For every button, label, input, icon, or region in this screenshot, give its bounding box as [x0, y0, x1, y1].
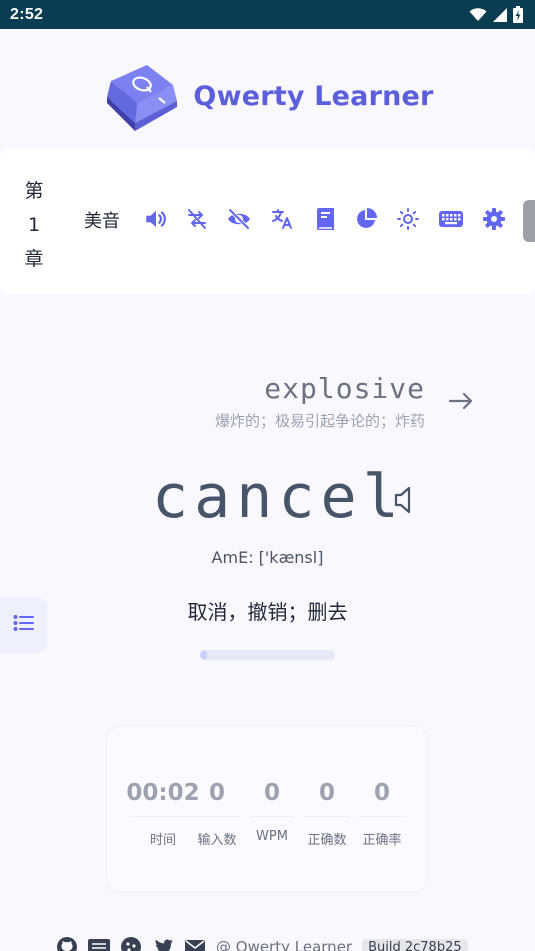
chapter-prefix: 第: [24, 180, 44, 202]
status-time: 2:52: [10, 5, 44, 23]
progress-fill: [200, 650, 207, 660]
github-icon[interactable]: [56, 936, 78, 951]
stat-value: 0: [318, 780, 335, 806]
eye-off-icon[interactable]: [225, 205, 253, 233]
system-icons: [469, 6, 523, 23]
accent-selector[interactable]: 美音: [84, 207, 120, 233]
mail-icon[interactable]: [184, 938, 206, 951]
status-bar: 2:52: [0, 0, 535, 29]
cell-signal-icon: [493, 7, 507, 22]
toolbar-scroll-handle[interactable]: [523, 200, 535, 242]
chapter-selector[interactable]: 第 1 章: [18, 174, 50, 276]
stat-correct-count: 0 正确数: [304, 774, 350, 854]
next-arrow-icon[interactable]: [446, 386, 476, 416]
stat-accuracy: 0 正确率: [359, 774, 405, 854]
wechat-icon[interactable]: [88, 937, 110, 951]
stat-wpm: 0 WPM: [250, 774, 294, 854]
stat-label: 输入数: [197, 833, 237, 848]
next-word: explosive: [264, 372, 425, 405]
chapter-number: 1: [27, 214, 41, 236]
keyboard-icon[interactable]: [437, 205, 465, 233]
stat-divider: [304, 816, 350, 817]
speaker-icon[interactable]: [142, 205, 170, 233]
sun-icon[interactable]: [394, 205, 422, 233]
footer: @ Qwerty Learner Build 2c78b25: [56, 936, 468, 951]
word-list-button[interactable]: [0, 597, 47, 653]
word-translation: 取消，撤销；删去: [187, 600, 348, 624]
shuffle-off-icon[interactable]: [183, 205, 211, 233]
stat-divider: [250, 816, 294, 817]
toolbar: 第 1 章 美音: [0, 148, 535, 294]
stat-divider: [131, 816, 195, 817]
keycap-logo-icon[interactable]: [101, 61, 181, 131]
stat-value: 0: [263, 780, 280, 806]
app-header: Qwerty Learner: [0, 58, 535, 134]
twitter-icon[interactable]: [152, 937, 174, 951]
stat-label: 时间: [149, 833, 176, 848]
current-word: cancel: [152, 462, 405, 532]
stat-divider: [359, 816, 405, 817]
app-title[interactable]: Qwerty Learner: [193, 81, 433, 112]
progress-bar: [200, 650, 335, 660]
book-icon[interactable]: [311, 205, 339, 233]
stat-label: WPM: [256, 829, 288, 844]
wifi-icon: [469, 7, 487, 22]
stat-label: 正确数: [307, 833, 347, 848]
stat-value: 0: [373, 780, 390, 806]
stat-inputs: 0 输入数: [194, 774, 240, 854]
chapter-suffix: 章: [24, 248, 44, 270]
translate-icon[interactable]: [268, 205, 296, 233]
copyright-text[interactable]: @ Qwerty Learner: [216, 938, 352, 951]
list-icon: [13, 613, 35, 637]
build-badge: Build 2c78b25: [362, 938, 468, 951]
pie-chart-icon[interactable]: [352, 205, 380, 233]
stat-value: 0: [208, 780, 225, 806]
next-word-translation: 爆炸的；极易引起争论的；炸药: [214, 412, 425, 430]
stat-time: 00:02 时间: [126, 774, 199, 854]
stat-value: 00:02: [126, 780, 200, 806]
stats-card: 00:02 时间 0 输入数 0 WPM 0 正确数 0 正确率: [107, 726, 427, 892]
gear-icon[interactable]: [480, 205, 508, 233]
battery-charging-icon: [513, 6, 523, 23]
phonetic: AmE: ['kænsl]: [211, 548, 324, 567]
cookie-icon[interactable]: [120, 936, 142, 951]
stat-divider: [194, 816, 240, 817]
stat-label: 正确率: [362, 833, 402, 848]
pronounce-speaker-icon[interactable]: [393, 484, 423, 516]
